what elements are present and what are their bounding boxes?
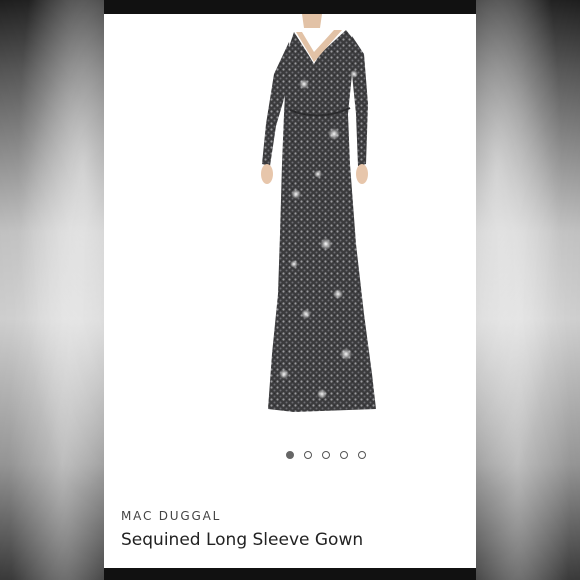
product-title: Sequined Long Sleeve Gown [121, 530, 364, 550]
pagination-dot-5[interactable] [358, 451, 366, 459]
product-image[interactable] [234, 14, 384, 424]
product-page: MAC DUGGAL Sequined Long Sleeve Gown [104, 0, 476, 580]
brand-name[interactable]: MAC DUGGAL [121, 509, 221, 523]
blurred-background-right [476, 0, 580, 580]
pagination-dot-1[interactable] [286, 451, 294, 459]
pagination-dot-4[interactable] [340, 451, 348, 459]
bottom-bezel [104, 568, 476, 580]
pagination-dot-3[interactable] [322, 451, 330, 459]
image-pagination [286, 451, 366, 459]
pagination-dot-2[interactable] [304, 451, 312, 459]
blurred-background-left [0, 0, 104, 580]
screenshot-frame: MAC DUGGAL Sequined Long Sleeve Gown [0, 0, 580, 580]
top-bezel [104, 0, 476, 14]
